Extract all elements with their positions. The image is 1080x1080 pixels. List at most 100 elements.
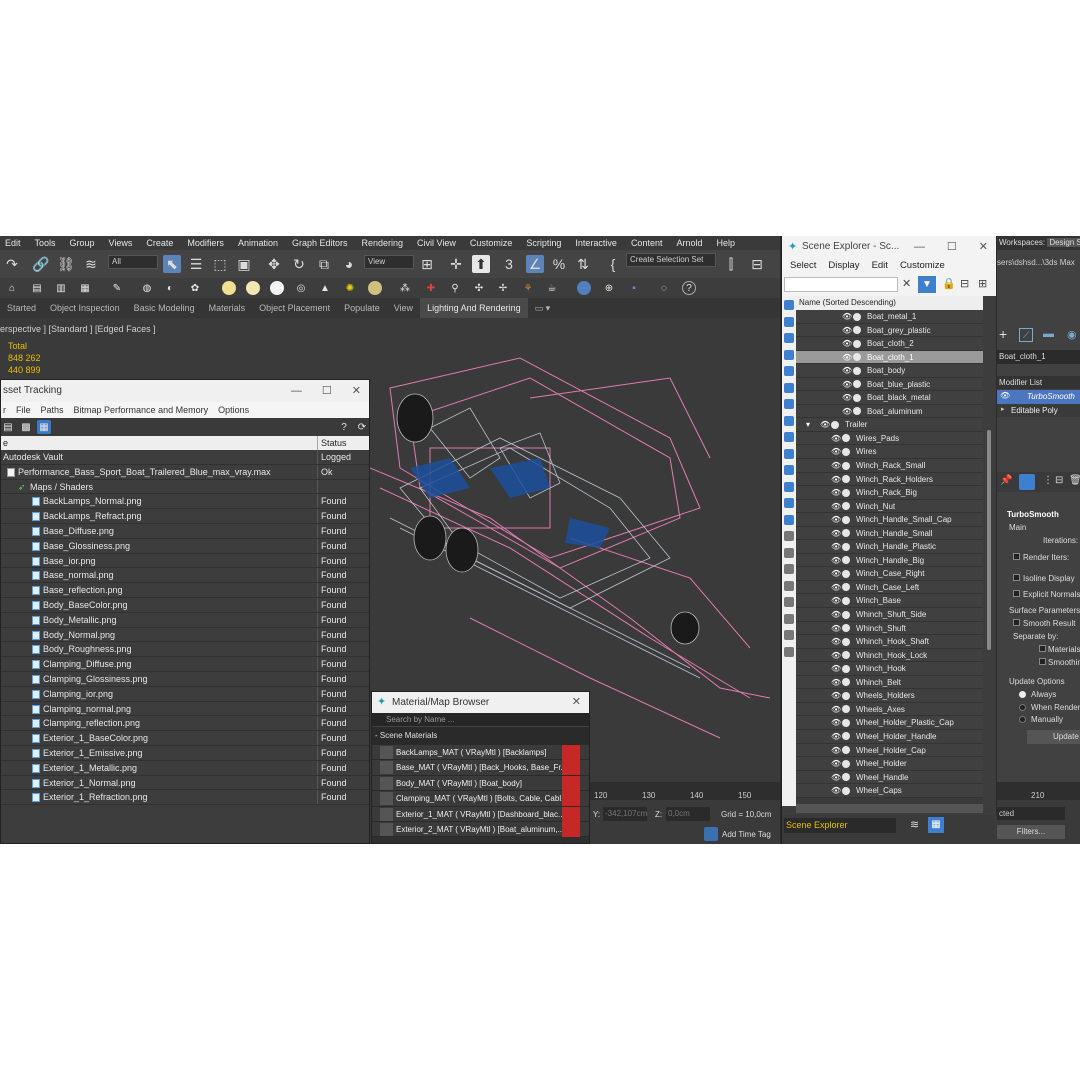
smooth-result-checkbox[interactable]: [1013, 619, 1020, 626]
scene-object-row[interactable]: 👁 Wheels_Axes: [796, 702, 983, 717]
scene-object-row[interactable]: 👁 Boat_grey_plastic: [796, 323, 983, 338]
menu-rendering[interactable]: Rendering: [357, 236, 413, 250]
table-row[interactable]: Autodesk Vault Logged: [1, 450, 369, 465]
render-toggle-icon[interactable]: [842, 691, 850, 700]
scene-object-row[interactable]: 👁 Winch_Rack_Big: [796, 486, 983, 500]
scene-object-row[interactable]: 👁 Wheel_Holder_Plastic_Cap: [796, 716, 983, 730]
table-row[interactable]: Base_Diffuse.png Found: [1, 523, 369, 539]
render-toggle-icon[interactable]: [842, 732, 850, 741]
stack-editable-poly[interactable]: Editable Poly: [1011, 406, 1058, 415]
edit-named-sets-icon[interactable]: {: [604, 255, 622, 273]
menu-scripting[interactable]: Scripting: [521, 236, 570, 250]
hierarchy-icon[interactable]: ⊟: [960, 277, 969, 290]
menu-group[interactable]: Group: [65, 236, 104, 250]
stack-item[interactable]: ▸ Editable Poly: [997, 404, 1080, 417]
reference-coord-dropdown[interactable]: View: [364, 255, 414, 269]
visibility-eye-icon[interactable]: 👁: [831, 678, 841, 687]
visibility-eye-icon[interactable]: 👁: [842, 407, 852, 416]
material-item[interactable]: Body_MAT ( VRayMtl ) [Boat_body]: [372, 775, 589, 792]
filter-type-icon[interactable]: [784, 481, 794, 492]
scene-menu-customize[interactable]: Customize: [900, 258, 945, 274]
material-item[interactable]: Base_MAT ( VRayMtl ) [Back_Hooks, Base_F…: [372, 760, 589, 776]
spinner-snap-icon[interactable]: ⇅: [574, 255, 592, 273]
visibility-eye-icon[interactable]: 👁: [831, 529, 841, 538]
pivot-center-icon[interactable]: ⊞: [418, 255, 436, 273]
materials-checkbox[interactable]: [1039, 645, 1046, 652]
visibility-eye-icon[interactable]: 👁: [842, 353, 852, 362]
redo-icon[interactable]: ↷: [3, 255, 21, 273]
visibility-eye-icon[interactable]: 👁: [831, 542, 841, 551]
scale-icon[interactable]: ⧉: [315, 255, 333, 273]
spacewarps-icon[interactable]: ✢: [496, 281, 510, 295]
render-toggle-icon[interactable]: [831, 420, 839, 429]
render-toggle-icon[interactable]: [853, 353, 861, 362]
stack-turbosmooth[interactable]: TurboSmooth: [1027, 392, 1075, 401]
menu-arnold[interactable]: Arnold: [671, 236, 711, 250]
select-manipulate-icon[interactable]: ✛: [447, 255, 465, 273]
menu-content[interactable]: Content: [626, 236, 672, 250]
minimize-icon[interactable]: —: [914, 236, 925, 258]
filters-button[interactable]: Filters...: [997, 825, 1065, 839]
show-end-result-icon[interactable]: [1019, 474, 1035, 490]
table-row[interactable]: Exterior_1_Normal.png Found: [1, 775, 369, 791]
visibility-eye-icon[interactable]: 👁: [831, 718, 841, 727]
systems-icon[interactable]: ⚘: [521, 281, 535, 295]
scene-object-row[interactable]: 👁 Wheel_Holder_Cap: [796, 743, 983, 758]
table-row[interactable]: Base_ior.png Found: [1, 553, 369, 569]
visibility-eye-icon[interactable]: 👁: [831, 786, 841, 795]
maximize-icon[interactable]: ☐: [322, 380, 332, 402]
filter-type-icon[interactable]: [784, 415, 794, 426]
render-toggle-icon[interactable]: [842, 583, 850, 592]
scene-list-header[interactable]: Name (Sorted Descending): [796, 296, 983, 310]
scene-object-row[interactable]: 👁 Boat_black_metal: [796, 391, 983, 405]
scene-menu-select[interactable]: Select: [790, 258, 816, 274]
visibility-eye-icon[interactable]: 👁: [831, 746, 841, 755]
scene-menu-display[interactable]: Display: [828, 258, 859, 274]
tab-view[interactable]: View: [387, 298, 420, 318]
render-toggle-icon[interactable]: [853, 407, 861, 416]
close-icon[interactable]: ✕: [352, 380, 361, 402]
workspace-dropdown[interactable]: Design S: [1047, 238, 1080, 247]
filter-type-icon[interactable]: [784, 597, 794, 607]
filter-type-icon[interactable]: [784, 531, 794, 541]
visibility-eye-icon[interactable]: 👁: [831, 705, 841, 714]
filter-icon[interactable]: ▼: [918, 276, 936, 293]
select-object-icon[interactable]: ⬉: [163, 255, 181, 273]
angle-snap-icon[interactable]: ∠: [526, 255, 544, 273]
render-toggle-icon[interactable]: [842, 529, 850, 538]
render-toggle-icon[interactable]: [853, 339, 861, 348]
render-iters-checkbox[interactable]: [1013, 553, 1020, 560]
visibility-eye-icon[interactable]: 👁: [831, 475, 841, 484]
render-toggle-icon[interactable]: [853, 312, 861, 321]
menu-tools[interactable]: Tools: [30, 236, 65, 250]
timeline-ruler-right[interactable]: 210: [997, 782, 1080, 800]
ribbon-options-icon[interactable]: ▭ ▾: [528, 298, 558, 318]
render-toggle-icon[interactable]: [842, 786, 850, 795]
visibility-eye-icon[interactable]: 👁: [831, 664, 841, 673]
visibility-eye-icon[interactable]: 👁: [842, 393, 852, 402]
place-icon[interactable]: ◕: [340, 255, 358, 273]
tab-lighting-and-rendering[interactable]: Lighting And Rendering: [420, 298, 528, 318]
select-explorer-icon[interactable]: ▦: [928, 817, 944, 833]
visibility-eye-icon[interactable]: 👁: [831, 583, 841, 592]
visibility-eye-icon[interactable]: 👁: [831, 569, 841, 578]
menu-civil-view[interactable]: Civil View: [412, 236, 465, 250]
add-time-tag-button[interactable]: Add Time Tag: [722, 830, 771, 839]
filter-type-icon[interactable]: [784, 349, 794, 360]
table-row[interactable]: BackLamps_Normal.png Found: [1, 494, 369, 510]
column-name[interactable]: e: [3, 436, 8, 450]
update-button[interactable]: Update: [1027, 730, 1080, 744]
scene-object-row[interactable]: 👁 Boat_cloth_2: [796, 337, 983, 351]
render-toggle-icon[interactable]: [853, 393, 861, 402]
render-toggle-icon[interactable]: [842, 637, 850, 646]
table-row[interactable]: Base_Glossiness.png Found: [1, 538, 369, 554]
render-setup-icon[interactable]: ◐: [163, 281, 177, 295]
visibility-eye-icon[interactable]: 👁: [842, 312, 852, 321]
teapot-icon[interactable]: ☕: [545, 281, 559, 295]
render-icon[interactable]: [577, 281, 591, 295]
scene-object-row[interactable]: 👁 Whinch_Hook: [796, 662, 983, 676]
modify-tab-icon[interactable]: ⟋: [1019, 328, 1033, 342]
curve-editor-icon[interactable]: ▦: [78, 281, 92, 295]
particle-system-icon[interactable]: ⁂: [398, 281, 412, 295]
render-toggle-icon[interactable]: [842, 461, 850, 470]
